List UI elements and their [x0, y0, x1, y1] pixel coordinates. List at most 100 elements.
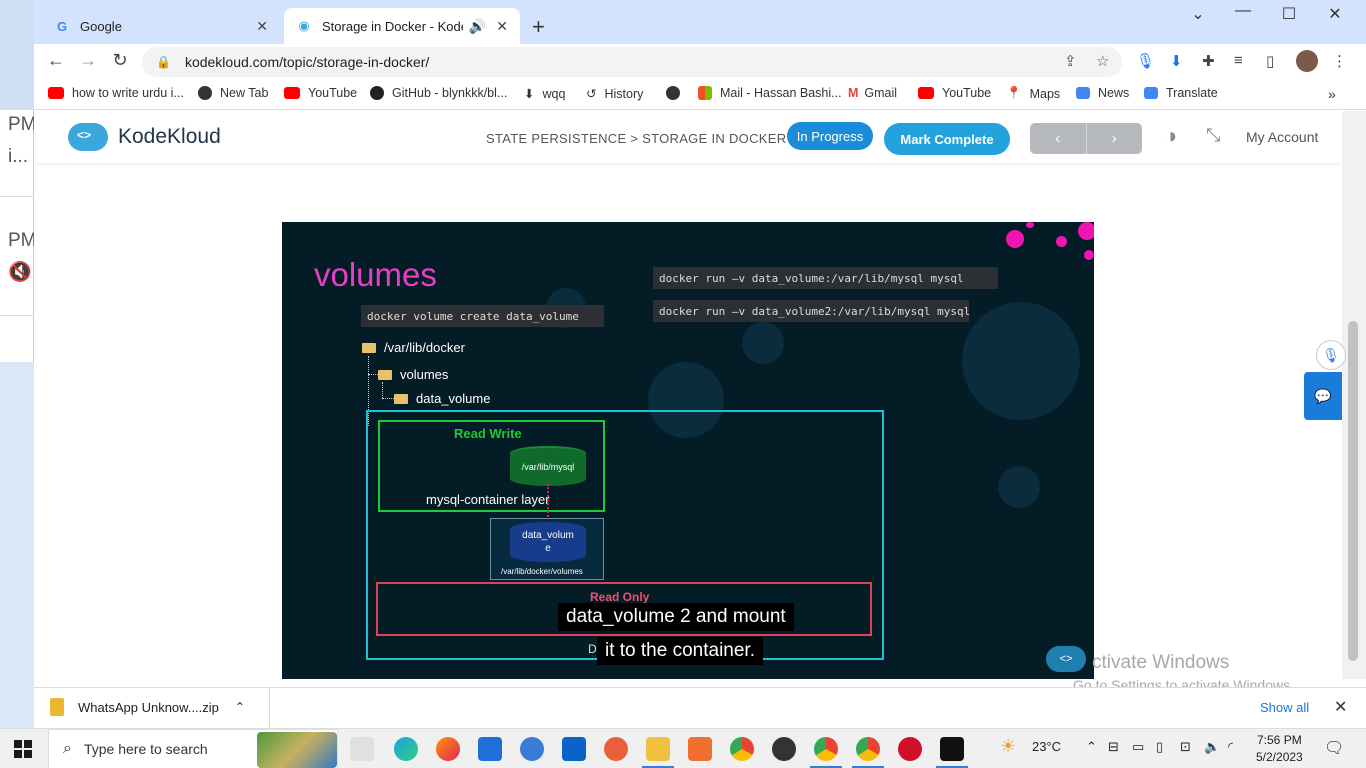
scrollbar-thumb[interactable]: [1348, 321, 1358, 661]
star-icon[interactable]: ☆: [1096, 52, 1109, 70]
wifi-icon[interactable]: ◜: [1228, 739, 1233, 755]
menu-icon[interactable]: ⋮: [1332, 52, 1347, 70]
bookmark-translate[interactable]: Translate: [1144, 86, 1218, 100]
lesson-video[interactable]: volumes docker volume create data_volume…: [282, 222, 1094, 679]
tree-label: /var/lib/docker: [384, 340, 465, 355]
mark-complete-button[interactable]: Mark Complete: [884, 123, 1010, 155]
clock[interactable]: 7:56 PM 5/2/2023: [1256, 732, 1303, 766]
bookmark-news[interactable]: News: [1076, 86, 1129, 100]
edge-icon[interactable]: [394, 737, 418, 761]
bookmark-youtube-2[interactable]: YouTube: [918, 86, 991, 100]
temperature[interactable]: 23°C: [1032, 739, 1061, 754]
meet-icon[interactable]: ⊡: [1180, 739, 1191, 755]
collapse-icon[interactable]: ⤡: [1206, 125, 1220, 146]
kodekloud-icon: ◉: [298, 18, 310, 33]
tree-data-volume: data_volume: [394, 391, 490, 406]
firefox-icon[interactable]: [436, 737, 460, 761]
display-icon[interactable]: ▭: [1132, 739, 1144, 755]
more-bookmarks-icon[interactable]: »: [1328, 86, 1336, 102]
opera-icon[interactable]: [898, 737, 922, 761]
kodekloud-logo[interactable]: KodeKloud: [68, 123, 221, 151]
chevron-up-icon[interactable]: ⌃: [235, 700, 245, 714]
background-window[interactable]: PM i... PM 🔇: [0, 110, 37, 362]
volume-icon[interactable]: 🔈: [1204, 739, 1220, 755]
volume-path-label: /var/lib/docker/volumes: [501, 567, 583, 576]
next-lesson-button[interactable]: ›: [1087, 123, 1143, 154]
bookmark-label: YouTube: [942, 86, 992, 100]
chrome-profile-icon[interactable]: [856, 737, 880, 761]
app-icon[interactable]: [604, 737, 628, 761]
in-progress-button[interactable]: In Progress: [787, 122, 873, 150]
bookmark-gmail[interactable]: M Gmail: [848, 86, 897, 100]
microphone-icon[interactable]: 🎙: [1136, 52, 1155, 70]
tab-google[interactable]: G Google ✕: [42, 8, 280, 44]
windows-start-icon[interactable]: [14, 740, 32, 758]
maximize-button[interactable]: ☐: [1266, 4, 1312, 24]
speaker-icon[interactable]: 🔊: [469, 18, 486, 35]
bookmark-maps[interactable]: 📍 Maps: [1006, 86, 1060, 101]
download-icon[interactable]: ⬇: [1170, 52, 1183, 70]
previous-lesson-button[interactable]: ‹: [1030, 123, 1087, 154]
command-run-2: docker run –v data_volume2:/var/lib/mysq…: [653, 300, 970, 322]
volume-label: data_volum: [522, 530, 574, 541]
terminal-icon[interactable]: [940, 737, 964, 761]
task-view-icon[interactable]: [350, 737, 374, 761]
bookmark-how-to-write-urdu[interactable]: how to write urdu i...: [48, 86, 184, 100]
media-icon[interactable]: ≡: [1234, 52, 1243, 69]
download-item[interactable]: WhatsApp Unknow....zip ⌃: [50, 698, 245, 716]
bookmark-github[interactable]: GitHub - blynkkk/bl...: [370, 86, 507, 100]
extensions-icon[interactable]: ✚: [1202, 52, 1215, 70]
bookmark-globe[interactable]: [666, 86, 688, 100]
close-window-button[interactable]: ✕: [1312, 4, 1358, 24]
skype-icon[interactable]: [520, 737, 544, 761]
notifications-icon[interactable]: 🗨: [1324, 738, 1344, 758]
mail-icon[interactable]: [562, 737, 586, 761]
chrome-profile-icon[interactable]: [814, 737, 838, 761]
search-icon: ⌕: [63, 740, 72, 757]
minimize-button[interactable]: —: [1220, 2, 1266, 20]
folder-icon: [394, 393, 408, 404]
my-account-link[interactable]: My Account: [1246, 129, 1318, 145]
decor-dot: [1006, 230, 1024, 248]
close-icon[interactable]: ✕: [256, 18, 268, 35]
side-panel-icon[interactable]: ▯: [1266, 52, 1274, 70]
tab-storage-in-docker[interactable]: ◉ Storage in Docker - KodeKlo 🔊 ✕: [284, 8, 520, 44]
page-scrollbar[interactable]: [1342, 111, 1366, 679]
decor-dot: [1056, 236, 1067, 247]
chevron-down-icon[interactable]: ⌄: [1175, 4, 1221, 24]
battery-icon[interactable]: ▯: [1156, 739, 1163, 755]
bookmark-new-tab[interactable]: New Tab: [198, 86, 268, 100]
show-all-button[interactable]: Show all: [1260, 700, 1309, 715]
address-bar[interactable]: 🔒 kodekloud.com/topic/storage-in-docker/…: [142, 47, 1122, 77]
bookmark-history[interactable]: ↺ History: [586, 86, 643, 102]
bookmark-wqq[interactable]: ⬇ wqq: [524, 86, 565, 102]
chevron-up-icon[interactable]: ⌃: [1086, 739, 1097, 755]
new-tab-button[interactable]: +: [532, 14, 545, 40]
weather-icon[interactable]: ☀: [1000, 736, 1016, 757]
folder-icon: [378, 369, 392, 380]
microsoft-icon: [698, 86, 712, 100]
bookmark-youtube[interactable]: YouTube: [284, 86, 357, 100]
network-icon[interactable]: ⊟: [1108, 739, 1119, 755]
taskbar-search[interactable]: ⌕ Type here to search: [48, 729, 338, 768]
voice-input-icon[interactable]: 🎙: [1316, 340, 1346, 370]
decor-bubble: [742, 322, 784, 364]
bookmark-mail[interactable]: Mail - Hassan Bashi...: [698, 86, 842, 100]
close-icon[interactable]: ✕: [1334, 697, 1347, 717]
settings-app-icon[interactable]: [688, 737, 712, 761]
read-only-label: Read Only: [590, 590, 650, 604]
store-icon[interactable]: [478, 737, 502, 761]
chat-button[interactable]: 💬: [1304, 372, 1342, 420]
dark-mode-icon[interactable]: ◑: [1164, 123, 1177, 149]
close-icon[interactable]: ✕: [496, 18, 508, 35]
reload-button[interactable]: ↻: [108, 50, 132, 71]
chrome-icon[interactable]: [730, 737, 754, 761]
file-explorer-icon[interactable]: [646, 737, 670, 761]
background-window-edge: [0, 0, 34, 110]
forward-button[interactable]: →: [76, 50, 100, 71]
profile-avatar[interactable]: [1296, 50, 1318, 72]
share-icon[interactable]: ⇪: [1064, 52, 1077, 70]
tab-bar: G Google ✕ ◉ Storage in Docker - KodeKlo…: [34, 0, 1366, 44]
back-button[interactable]: ←: [44, 50, 68, 71]
camera-app-icon[interactable]: [772, 737, 796, 761]
